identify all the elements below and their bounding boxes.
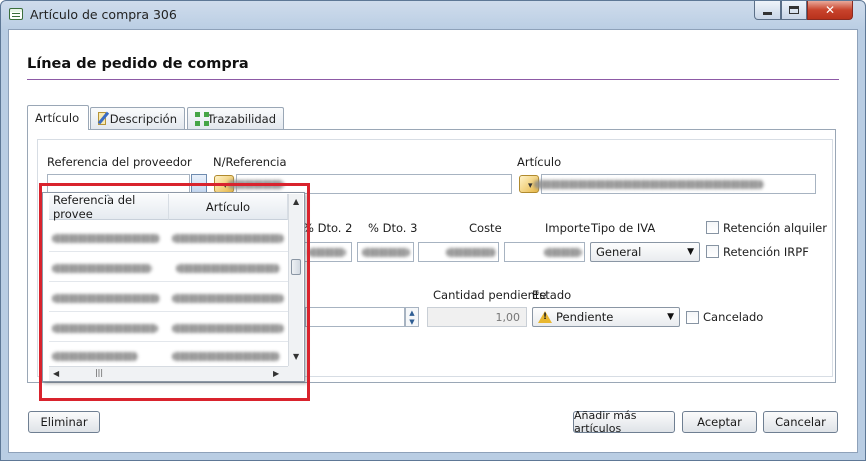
arrows-expand-icon [195,111,209,126]
tab-articulo[interactable]: Artículo [27,105,89,130]
retencion-alquiler-checkbox[interactable] [706,221,719,234]
close-button[interactable]: ✕ [807,1,853,20]
cantidad-stepper[interactable]: ▲ ▼ [405,307,419,327]
redacted-text [544,248,582,257]
aceptar-button[interactable]: Aceptar [682,411,757,433]
tab-label: Trazabilidad [207,111,276,126]
cantidad-input[interactable] [305,307,405,327]
n-referencia-label: N/Referencia [213,155,287,169]
anadir-button[interactable]: Añadir más artículos [573,409,675,435]
cantidad-pendiente-label: Cantidad pendiente [433,288,547,302]
estado-select[interactable]: Pendiente ▼ [532,307,680,327]
tab-label: Artículo [35,111,80,125]
highlight-box [39,183,310,401]
close-icon: ✕ [824,3,836,17]
retencion-irpf-checkbox[interactable] [706,245,719,258]
heading-divider [27,79,839,80]
retencion-irpf-label: Retención IRPF [723,245,809,259]
window-title: Artículo de compra 306 [30,7,177,22]
stepper-up-icon[interactable]: ▲ [409,309,414,317]
tipo-iva-label: Tipo de IVA [591,221,656,235]
chevron-down-icon: ▼ [667,312,674,322]
window-app-icon [9,8,23,20]
redacted-text [534,180,764,189]
edit-document-icon [98,112,106,125]
minimize-button[interactable] [754,1,781,20]
articulo-label: Artículo [517,155,562,169]
estado-value: Pendiente [556,310,614,324]
minimize-icon [763,11,772,15]
stepper-down-icon[interactable]: ▼ [409,318,414,326]
cancelado-checkbox[interactable] [686,311,699,324]
maximize-button[interactable] [781,1,807,20]
importe-label: Importe [545,221,591,235]
estado-label: Estado [532,288,572,302]
coste-label: Coste [469,221,502,235]
redacted-text [308,248,346,257]
tab-descripcion[interactable]: Descripción [90,107,185,129]
cancelar-button[interactable]: Cancelar [763,411,838,433]
tab-label: Descripción [109,111,177,126]
cantidad-pendiente-field: 1,00 [427,307,527,327]
redacted-text [446,248,496,257]
eliminar-button[interactable]: Eliminar [28,411,100,433]
tipo-iva-select[interactable]: General ▼ [590,242,700,262]
chevron-down-icon: ▼ [687,247,694,257]
maximize-icon [789,6,799,14]
redacted-text [362,248,410,257]
retencion-alquiler-label: Retención alquiler [723,221,827,235]
page-title: Línea de pedido de compra [27,56,249,72]
tab-trazabilidad[interactable]: Trazabilidad [187,107,284,129]
dto3-label: % Dto. 3 [368,221,418,235]
tipo-iva-value: General [596,245,642,259]
dto2-label: % Dto. 2 [303,221,353,235]
ref-proveedor-label: Referencia del proveedor [47,155,192,169]
cancelado-label: Cancelado [703,310,764,324]
warning-icon [538,311,552,323]
